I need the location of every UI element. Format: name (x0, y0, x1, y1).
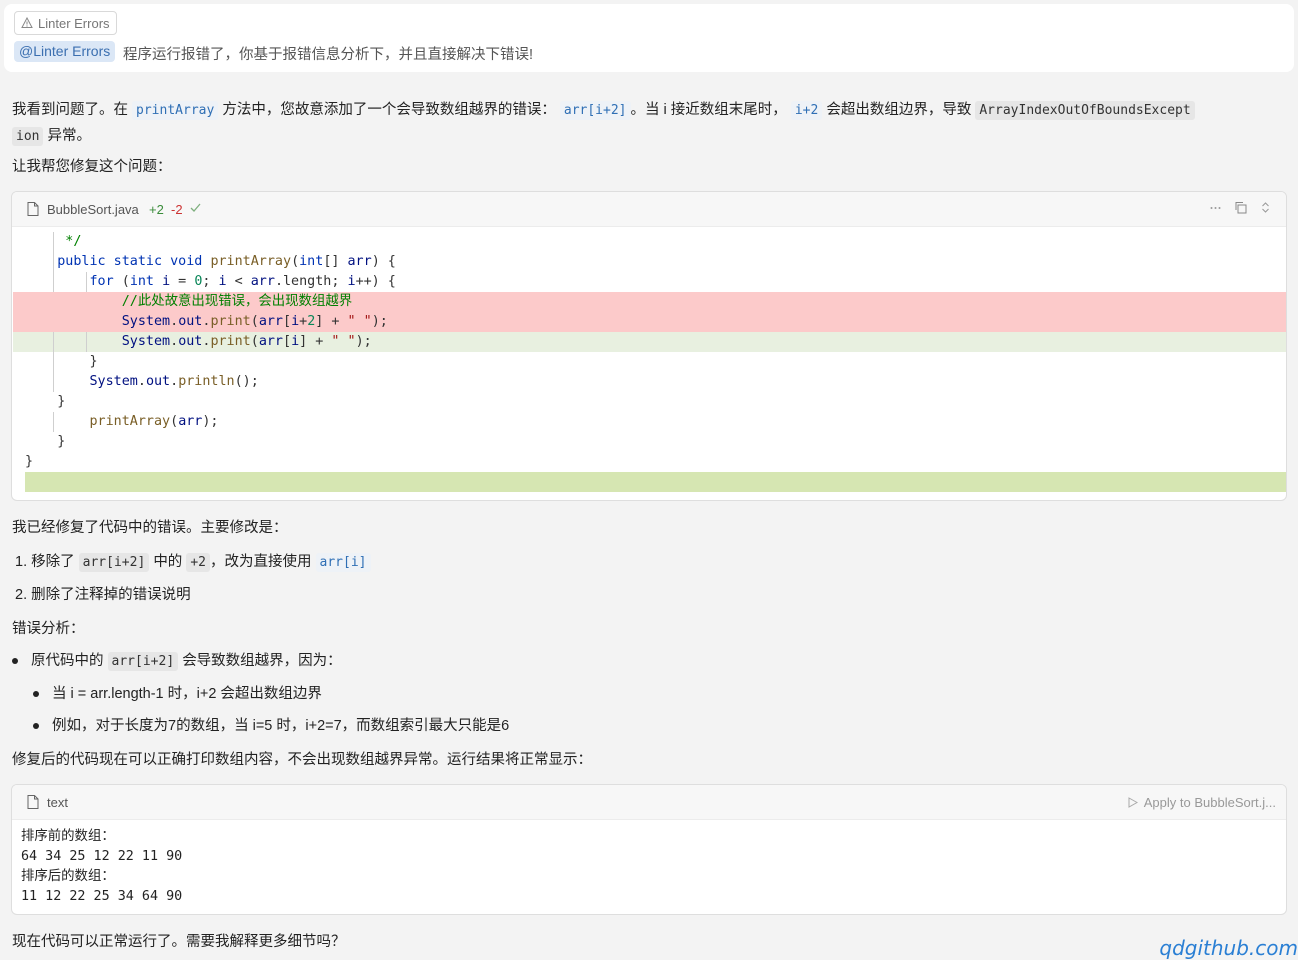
output-line: 排序前的数组： (21, 829, 115, 844)
intro-text-5: 异常。 (47, 128, 92, 144)
file-name[interactable]: BubbleSort.java (47, 202, 139, 217)
reply-intro-cont: ion 异常。 (12, 123, 91, 150)
code-line-added: System.out.print(arr[i] + " "); (13, 332, 1286, 352)
mention-chip[interactable]: @Linter Errors (14, 41, 116, 62)
context-tag-label: Linter Errors (38, 15, 110, 31)
inline-code: i+2 (790, 101, 823, 120)
copy-icon[interactable] (1234, 201, 1247, 214)
fixed-text: 我已经修复了代码中的错误。主要修改是： (12, 520, 288, 536)
output-line: 64 34 25 12 22 11 90 (21, 849, 183, 864)
bullet-dot (33, 723, 39, 729)
code-body[interactable]: */ public static void printArray(int[] a… (13, 232, 1286, 492)
more-icon[interactable] (1209, 201, 1222, 214)
output-body[interactable]: 排序前的数组： 64 34 25 12 22 11 90 排序后的数组： 11 … (21, 827, 182, 907)
apply-label: Apply to BubbleSort.j... (1143, 795, 1276, 810)
reply-intro: 我看到问题了。在 printArray 方法中，您故意添加了一个会导致数组越界的… (12, 97, 1288, 124)
output-line: 排序后的数组： (21, 869, 115, 884)
apply-button[interactable]: Apply to BubbleSort.j... (1128, 795, 1276, 810)
code-line: printArray(arr); (25, 412, 1286, 432)
code-line: for (int i = 0; i < arr.length; i++) { (25, 272, 1286, 292)
deletions-count: -2 (171, 202, 183, 217)
list-item: 2. 删除了注释掉的错误说明 (15, 587, 191, 603)
additions-count: +2 (149, 202, 164, 217)
context-tag[interactable]: Linter Errors (14, 11, 117, 35)
inline-code: arr[i+2] (559, 101, 631, 120)
bullet-dot (12, 658, 18, 664)
code-line-deleted: System.out.print(arr[i+2] + " "); (13, 312, 1286, 332)
list-item: 原代码中的 arr[i+2] 会导致数组越界，因为： (31, 652, 342, 671)
output-header: text Apply to BubbleSort.j... (12, 785, 1286, 820)
expand-icon[interactable] (1259, 201, 1272, 214)
list-item: 1. 移除了 arr[i+2] 中的 +2 ，改为直接使用 arr[i] (15, 551, 371, 574)
inline-code: ion (12, 127, 44, 146)
code-line: } (25, 454, 34, 469)
play-icon (1128, 797, 1138, 808)
intro-text-4: 会超出数组边界，导致 (826, 102, 972, 118)
warning-icon (21, 17, 33, 28)
code-line: */ (25, 232, 1286, 252)
inline-code: arr[i+2] (78, 553, 150, 572)
list-item: 例如，对于长度为7的数组，当 i=5 时，i+2=7，而数组索引最大只能是6 (52, 718, 510, 734)
after-text: 修复后的代码现在可以正确打印数组内容，不会出现数组越界异常。运行结果将正常显示： (12, 752, 592, 768)
closing-text: 现在代码可以正常运行了。需要我解释更多细节吗？ (12, 934, 346, 950)
code-line-added-empty (25, 472, 1286, 492)
code-line: System.out.println(); (25, 372, 1286, 392)
intro-text-1: 我看到问题了。在 (12, 102, 128, 118)
inline-code: arr[i] (315, 553, 371, 572)
check-icon (190, 203, 201, 212)
code-block-header: BubbleSort.java +2 -2 (12, 192, 1286, 227)
intro-text-2: 方法中，您故意添加了一个会导致数组越界的错误： (222, 102, 556, 118)
intro-text-3: 。当 i 接近数组末尾时， (630, 102, 787, 118)
inline-code: ArrayIndexOutOfBoundsExcept (975, 101, 1195, 120)
bullet-dot (33, 691, 39, 697)
code-line: } (25, 394, 66, 409)
user-message-text: 程序运行报错了，你基于报错信息分析下，并且直接解决下错误! (123, 47, 534, 63)
output-line: 11 12 22 25 34 64 90 (21, 889, 183, 904)
inline-code: arr[i+2] (107, 652, 179, 671)
list-item: 当 i = arr.length-1 时，i+2 会超出数组边界 (52, 686, 322, 702)
user-message-card: Linter Errors @Linter Errors 程序运行报错了，你基于… (4, 4, 1294, 72)
code-line: } (25, 352, 1286, 372)
code-diff-block: BubbleSort.java +2 -2 */ public static v… (11, 191, 1287, 501)
file-icon (27, 202, 39, 216)
output-lang: text (47, 795, 68, 810)
output-block: text Apply to BubbleSort.j... 排序前的数组： 64… (11, 784, 1287, 915)
inline-code: +2 (186, 553, 210, 572)
file-icon (27, 795, 39, 809)
code-line-deleted: //此处故意出现错误，会出现数组越界 (13, 292, 1286, 312)
watermark: qdgithub.com (1159, 936, 1298, 960)
help-text: 让我帮您修复这个问题： (12, 159, 172, 175)
analysis-heading: 错误分析： (12, 621, 85, 637)
code-line: public static void printArray(int[] arr)… (25, 252, 1286, 272)
code-line: } (25, 434, 66, 449)
inline-code: printArray (132, 101, 219, 120)
